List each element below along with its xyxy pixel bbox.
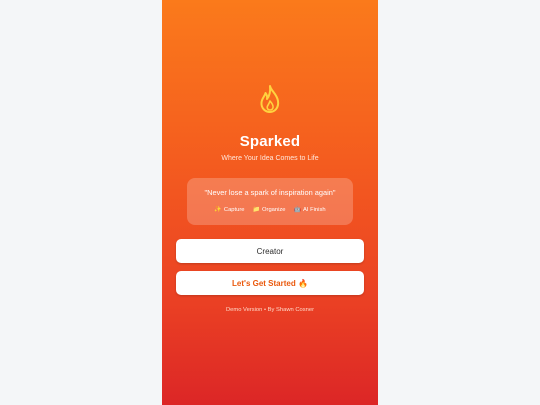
feature-capture: ✨ Capture <box>214 207 244 213</box>
sparkles-icon: ✨ <box>214 207 222 213</box>
app-screen: Sparked Where Your Idea Comes to Life "N… <box>162 0 378 405</box>
app-tagline: Where Your Idea Comes to Life <box>221 155 319 162</box>
folder-icon: 📁 <box>252 207 260 213</box>
quote-card: "Never lose a spark of inspiration again… <box>187 178 353 225</box>
robot-icon: 🤖 <box>293 207 302 213</box>
creator-field[interactable]: Creator <box>176 239 364 263</box>
feature-organize: 📁 Organize <box>253 207 286 213</box>
feature-label: Organize <box>262 207 286 213</box>
feature-ai-finish: 🤖 AI Finish <box>294 207 326 213</box>
footer-credit: Demo Version • By Shawn Cosner <box>225 307 315 313</box>
feature-label: Capture <box>223 207 245 213</box>
quote-text: "Never lose a spark of inspiration again… <box>204 188 336 197</box>
feature-label: AI Finish <box>303 207 326 213</box>
flame-icon <box>260 85 280 113</box>
app-title: Sparked <box>239 133 301 150</box>
feature-list: ✨ Capture 📁 Organize 🤖 AI Finish <box>187 207 353 213</box>
app-logo <box>162 84 378 114</box>
get-started-button[interactable]: Let's Get Started 🔥 <box>176 271 364 295</box>
